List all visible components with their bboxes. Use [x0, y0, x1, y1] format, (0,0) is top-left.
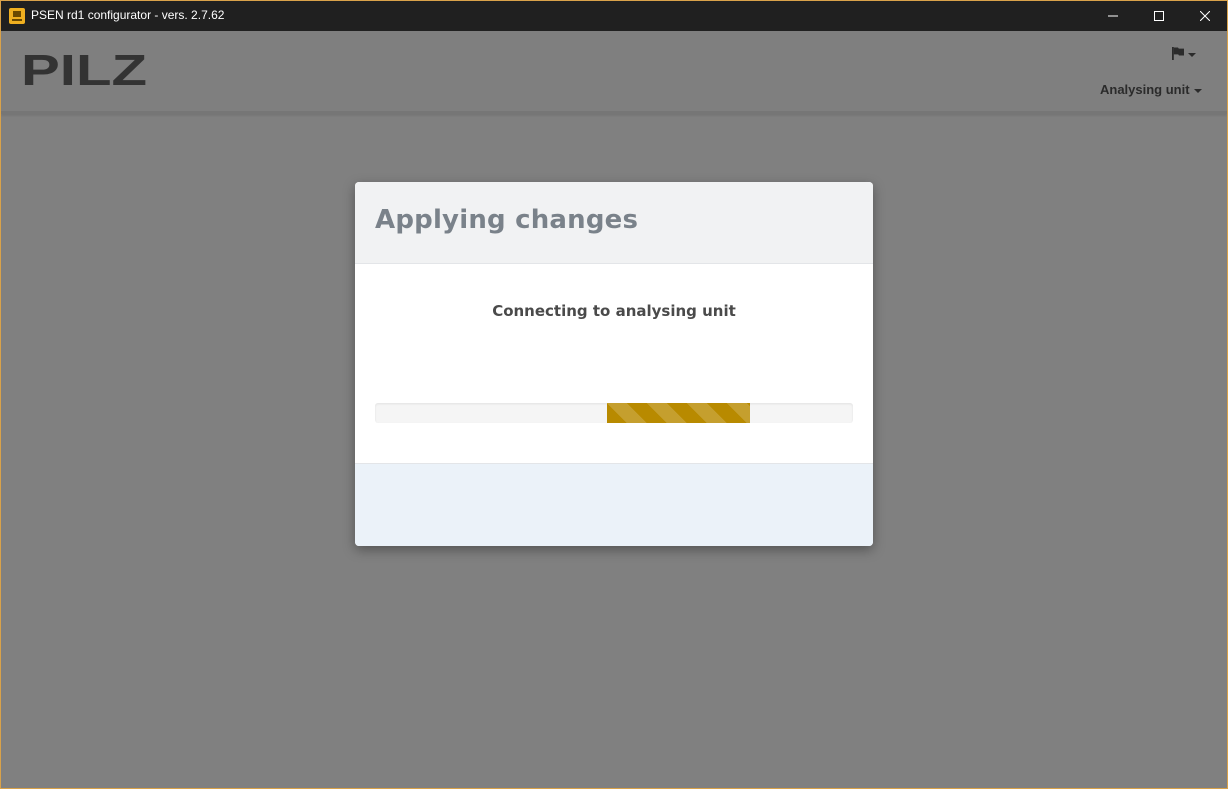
pilz-logo: PILZ: [21, 51, 147, 91]
dialog-title: Applying changes: [375, 205, 639, 235]
progress-track: [375, 403, 853, 423]
analysing-unit-menu[interactable]: Analysing unit: [1100, 82, 1202, 97]
title-bar[interactable]: PSEN rd1 configurator - vers. 2.7.62: [1, 1, 1227, 31]
maximize-button[interactable]: [1136, 1, 1182, 31]
app-icon: [9, 8, 25, 24]
close-button[interactable]: [1182, 1, 1227, 31]
flag-icon: [1172, 47, 1196, 60]
progress-bar: [606, 403, 751, 423]
app-header: PILZ Analysing unit: [1, 31, 1227, 114]
dialog-header: Applying changes: [355, 182, 873, 264]
minimize-icon: [1108, 15, 1118, 17]
maximize-icon: [1154, 11, 1164, 21]
app-window: PSEN rd1 configurator - vers. 2.7.62 PIL…: [0, 0, 1228, 789]
language-menu[interactable]: [1169, 45, 1199, 63]
caret-down-icon: [1193, 88, 1202, 93]
analysing-unit-menu-label: Analysing unit: [1100, 82, 1190, 97]
status-message: Connecting to analysing unit: [492, 302, 736, 320]
dialog-footer: [355, 463, 873, 546]
minimize-button[interactable]: [1090, 1, 1136, 31]
window-title: PSEN rd1 configurator - vers. 2.7.62: [31, 8, 225, 22]
applying-changes-dialog: Applying changes Connecting to analysing…: [355, 182, 873, 546]
logo-text: PILZ: [21, 51, 147, 91]
dialog-body: Connecting to analysing unit: [355, 264, 873, 463]
close-icon: [1200, 11, 1210, 21]
